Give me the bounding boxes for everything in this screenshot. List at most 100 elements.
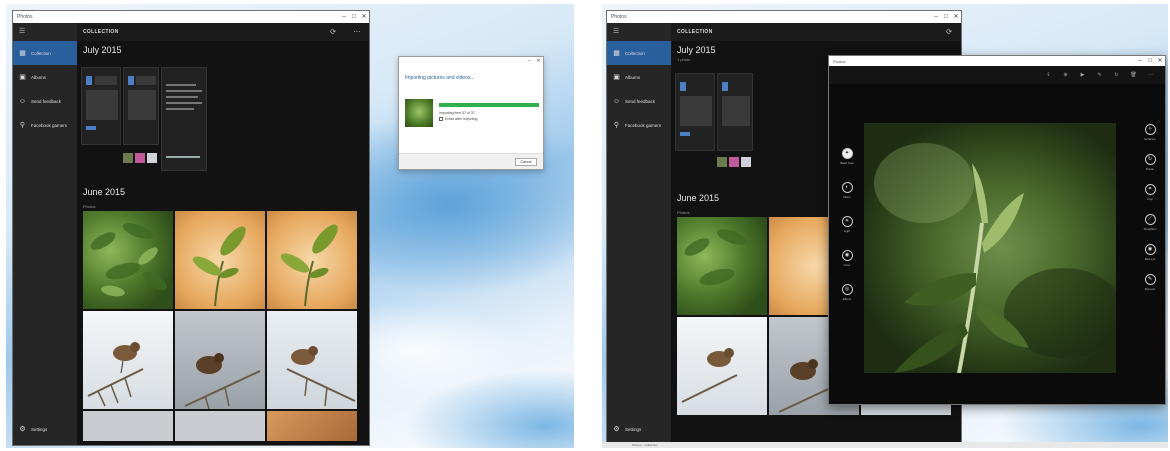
collection-icon: ▦: [19, 50, 26, 57]
window-titlebar[interactable]: Photos – □ ✕: [607, 11, 961, 23]
tool-straighten[interactable]: ⟋ Straighten: [1139, 214, 1161, 231]
content-header: COLLECTION ⟳ ⋯: [77, 23, 369, 41]
close-icon[interactable]: ✕: [359, 11, 369, 23]
sidebar-item-settings[interactable]: ⚙ Settings: [607, 417, 671, 441]
minimize-icon[interactable]: –: [525, 58, 534, 64]
viewer-titlebar[interactable]: Photos – □ ✕: [829, 56, 1165, 66]
sidebar-item-facebook[interactable]: ⚲ Facebook gamers: [607, 113, 671, 137]
cancel-button[interactable]: Cancel: [515, 158, 537, 166]
tool-basic-fixes[interactable]: ✦ Basic fixes: [837, 148, 857, 165]
sidebar-item-feedback[interactable]: ☺ Send feedback: [13, 89, 77, 113]
photo-thumbnail[interactable]: [677, 317, 767, 415]
sidebar-item-settings[interactable]: ⚙ Settings: [13, 417, 77, 441]
sidebar-item-collection[interactable]: ▦ Collection: [13, 41, 77, 65]
photo-thumbnail[interactable]: [175, 311, 265, 409]
more-icon[interactable]: ⋯: [345, 28, 369, 36]
photo-thumbnail[interactable]: [717, 73, 753, 151]
sidebar-item-label: Collection: [31, 50, 51, 56]
close-icon[interactable]: ✕: [951, 11, 961, 23]
minimize-icon[interactable]: –: [1135, 55, 1145, 67]
tool-retouch[interactable]: ✎ Retouch: [1139, 274, 1161, 291]
photo-thumbnail[interactable]: [123, 67, 159, 145]
maximize-icon[interactable]: □: [941, 11, 951, 23]
redeye-icon: ◉: [1144, 244, 1156, 255]
close-icon[interactable]: ✕: [1155, 55, 1165, 67]
color-icon: ◉: [841, 250, 853, 261]
rotate-icon[interactable]: ↻: [1108, 72, 1125, 78]
tool-light[interactable]: ☀ Light: [837, 216, 857, 233]
pin-icon: ⚲: [19, 122, 26, 129]
sidebar-item-label: Facebook gamers: [625, 122, 662, 128]
tool-label: Effects: [842, 297, 852, 301]
hamburger-menu-icon[interactable]: ☰: [13, 23, 77, 41]
page-title: COLLECTION: [677, 29, 713, 35]
month-heading: July 2015: [677, 45, 716, 55]
left-screenshot: Photos – □ ✕ ☰ ▦ Collection ▣ Albums ☺ S…: [6, 4, 574, 448]
tool-color[interactable]: ◉ Color: [837, 250, 857, 267]
rotate-icon: ↻: [1144, 154, 1156, 165]
more-icon[interactable]: ⋯: [1142, 72, 1159, 78]
checkbox-icon[interactable]: [439, 117, 443, 121]
gear-icon: ⚙: [613, 426, 620, 433]
effects-icon: ◎: [841, 284, 853, 295]
sidebar-item-facebook[interactable]: ⚲ Facebook gamers: [13, 113, 77, 137]
tool-red-eye[interactable]: ◉ Red eye: [1139, 244, 1161, 261]
refresh-icon[interactable]: ⟳: [937, 28, 961, 36]
sidebar-item-albums[interactable]: ▣ Albums: [607, 65, 671, 89]
maximize-icon[interactable]: □: [1145, 55, 1155, 67]
share-icon[interactable]: ⇪: [1040, 72, 1057, 78]
section-subtitle: Photos: [677, 210, 690, 215]
hamburger-menu-icon[interactable]: ☰: [607, 23, 671, 41]
tool-filters[interactable]: ◐ Filters: [837, 182, 857, 199]
leaf-photo: [864, 123, 1116, 373]
dialog-footer: Cancel: [399, 153, 543, 169]
minimize-icon[interactable]: –: [931, 11, 941, 23]
photo-thumbnail[interactable]: [83, 211, 173, 309]
edit-tools-left: ✦ Basic fixes ◐ Filters ☀ Light ◉ Color …: [837, 148, 857, 318]
photo-thumbnail[interactable]: [267, 411, 357, 441]
tool-label: Red eye: [1144, 257, 1156, 261]
photo-thumbnail[interactable]: [175, 211, 265, 309]
photo-thumbnail[interactable]: [675, 73, 715, 151]
wand-icon: ✦: [841, 148, 853, 159]
thumbnail-strip: [123, 153, 159, 165]
photo-viewer-window: Photos – □ ✕ ⇪ ⊕ ▶ ✎ ↻ 🗑 ⋯ ✦ Basic fixes…: [828, 55, 1166, 405]
tool-crop[interactable]: ⌗ Crop: [1139, 184, 1161, 201]
enhance-icon: ✧: [1144, 124, 1156, 135]
slideshow-icon[interactable]: ▶: [1074, 72, 1091, 78]
photo-thumbnail[interactable]: [175, 411, 265, 441]
photo-thumbnail[interactable]: [83, 411, 173, 441]
sidebar-item-albums[interactable]: ▣ Albums: [13, 65, 77, 89]
photo-thumbnail[interactable]: [81, 67, 121, 145]
sidebar-item-feedback[interactable]: ☺ Send feedback: [607, 89, 671, 113]
zoom-icon[interactable]: ⊕: [1057, 72, 1074, 78]
tool-rotate[interactable]: ↻ Rotate: [1139, 154, 1161, 171]
photo-thumbnail[interactable]: [161, 67, 207, 171]
photo-thumbnail[interactable]: [83, 311, 173, 409]
delete-icon[interactable]: 🗑: [1125, 72, 1142, 78]
close-icon[interactable]: ✕: [534, 58, 543, 64]
month-heading: July 2015: [83, 45, 122, 55]
refresh-icon[interactable]: ⟳: [321, 28, 345, 36]
sidebar-item-collection[interactable]: ▦ Collection: [607, 41, 671, 65]
light-icon: ☀: [841, 216, 853, 227]
taskbar-item[interactable]: Photos – Collection: [632, 443, 658, 447]
tool-effects[interactable]: ◎ Effects: [837, 284, 857, 301]
edit-icon[interactable]: ✎: [1091, 72, 1108, 78]
tool-label: Rotate: [1145, 167, 1155, 171]
maximize-icon[interactable]: □: [349, 11, 359, 23]
crop-icon: ⌗: [1144, 184, 1156, 195]
window-titlebar[interactable]: Photos – □ ✕: [13, 11, 369, 23]
photo-thumbnail[interactable]: [677, 217, 767, 315]
tool-label: Filters: [843, 195, 851, 199]
erase-checkbox[interactable]: Erase after importing: [439, 117, 478, 121]
photo-grid: [83, 211, 357, 441]
photo-thumbnail[interactable]: [267, 211, 357, 309]
thumbnail-strip: [717, 157, 753, 169]
tool-enhance[interactable]: ✧ Enhance: [1139, 124, 1161, 141]
sidebar: ☰ ▦ Collection ▣ Albums ☺ Send feedback …: [13, 23, 77, 445]
viewer-title: Photos: [833, 58, 846, 64]
photo-thumbnail[interactable]: [267, 311, 357, 409]
minimize-icon[interactable]: –: [339, 11, 349, 23]
dialog-heading: Importing pictures and videos...: [405, 75, 475, 81]
